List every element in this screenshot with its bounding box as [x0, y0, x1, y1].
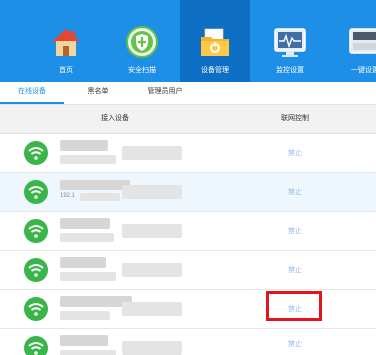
blurred-device-mac	[122, 302, 182, 316]
blurred-device-ip	[60, 233, 114, 242]
nav-label-device-management: 设备管理	[201, 67, 229, 74]
nav-label-one-click-setup: 一键设置	[351, 67, 376, 74]
table-row: 192.1 禁止	[0, 173, 376, 212]
wifi-icon	[24, 180, 48, 204]
nav-item-device-management[interactable]: 设备管理	[180, 0, 250, 82]
tab-online-devices[interactable]: 在线设备	[0, 82, 64, 104]
blurred-device-name	[60, 180, 130, 190]
table-row: 禁止	[0, 290, 376, 329]
table-row: 禁止	[0, 251, 376, 290]
router-icon	[349, 28, 376, 54]
ban-button[interactable]: 禁止	[267, 134, 323, 173]
nav-item-monitor-settings[interactable]: 监控设置	[260, 0, 320, 82]
blurred-device-mac	[122, 341, 182, 355]
device-folder-icon	[201, 28, 229, 56]
shield-icon	[126, 26, 158, 58]
blurred-device-mac	[122, 146, 182, 160]
monitor-icon	[274, 28, 306, 57]
blurred-device-name	[60, 335, 108, 346]
table-row: 禁止	[0, 329, 376, 355]
blurred-device-name	[60, 257, 106, 268]
blurred-device-ip	[60, 350, 116, 355]
nav-item-home[interactable]: 首页	[28, 0, 104, 82]
wifi-icon	[24, 297, 48, 321]
device-ip-partial: 192.1	[60, 193, 76, 199]
nav-label-security-scan: 安全扫描	[128, 67, 156, 74]
home-icon	[52, 29, 80, 56]
wifi-icon	[24, 141, 48, 165]
wifi-icon	[24, 219, 48, 243]
ban-button[interactable]: 禁止	[267, 290, 323, 329]
nav-item-security-scan[interactable]: 安全扫描	[104, 0, 180, 82]
nav-label-monitor-settings: 监控设置	[276, 67, 304, 74]
blurred-device-ip	[60, 311, 110, 320]
device-tabs: 在线设备 黑名单 管理员用户	[0, 82, 376, 104]
blurred-device-mac	[122, 185, 182, 199]
blurred-device-mac	[122, 263, 182, 277]
column-header-control: 联网控制	[281, 115, 309, 122]
tab-blacklist[interactable]: 黑名单	[75, 82, 121, 104]
blurred-device-mac	[122, 224, 182, 238]
nav-label-home: 首页	[59, 67, 73, 74]
ban-button[interactable]: 禁止	[267, 212, 323, 251]
blurred-device-name	[60, 218, 110, 229]
table-row: 禁止	[0, 134, 376, 173]
blurred-device-ip	[60, 155, 116, 164]
blurred-device-ip	[80, 193, 120, 201]
tab-admin-users[interactable]: 管理员用户	[136, 82, 194, 104]
wifi-icon	[24, 258, 48, 282]
ban-button[interactable]: 禁止	[267, 251, 323, 290]
column-header-device: 接入设备	[101, 115, 129, 122]
blurred-device-name	[60, 140, 108, 151]
table-row: 禁止	[0, 212, 376, 251]
top-nav-bar: 首页 安全扫描 设备管理 监控设置 一键设置	[0, 0, 376, 82]
nav-item-one-click-setup[interactable]: 一键设置	[330, 0, 376, 82]
blurred-device-ip	[60, 272, 116, 281]
ban-button[interactable]: 禁止	[267, 173, 323, 212]
ban-button[interactable]: 禁止	[267, 329, 323, 355]
wifi-icon	[24, 336, 48, 355]
table-header: 接入设备 联网控制	[0, 104, 376, 134]
